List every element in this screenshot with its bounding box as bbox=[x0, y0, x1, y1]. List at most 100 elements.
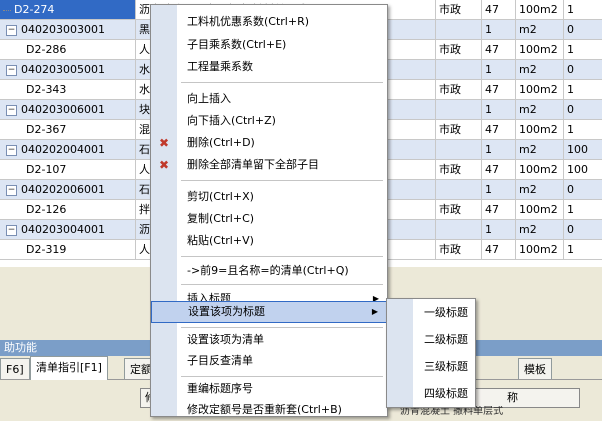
menu-separator bbox=[181, 284, 383, 285]
menu-item-cut[interactable]: 剪切(Ctrl+X) bbox=[151, 186, 387, 208]
row-unit: 100m2 bbox=[516, 240, 564, 259]
collapse-icon[interactable]: − bbox=[6, 144, 17, 156]
row-code: 040202006001 bbox=[21, 183, 105, 196]
collapse-icon[interactable]: − bbox=[6, 224, 17, 236]
collapse-icon[interactable]: − bbox=[6, 184, 17, 196]
row-unit: 100m2 bbox=[516, 0, 564, 19]
row-mult: 1 bbox=[482, 180, 516, 199]
menu-item-paste[interactable]: 粘贴(Ctrl+V) bbox=[151, 230, 387, 252]
row-type bbox=[436, 220, 482, 239]
collapse-icon[interactable]: − bbox=[6, 24, 17, 36]
menu-item-delete-all-label: 删除全部清单留下全部子目 bbox=[187, 158, 319, 171]
title-level-submenu: 一级标题 二级标题 三级标题 四级标题 bbox=[386, 298, 476, 408]
row-type: 市政 bbox=[436, 80, 482, 99]
menu-item-delete[interactable]: ✖ 删除(Ctrl+D) bbox=[151, 132, 387, 154]
row-type: 市政 bbox=[436, 240, 482, 259]
row-code: D2-286 bbox=[26, 43, 67, 56]
row-qty: 1 bbox=[567, 123, 574, 136]
row-mult: 1 bbox=[482, 100, 516, 119]
row-qty: 0 bbox=[567, 103, 574, 116]
menu-item-item-coefficient[interactable]: 子目乘系数(Ctrl+E) bbox=[151, 34, 387, 56]
row-unit: 100m2 bbox=[516, 160, 564, 179]
row-code: 040203003001 bbox=[21, 23, 105, 36]
menu-separator bbox=[181, 256, 383, 257]
row-mult: 1 bbox=[482, 60, 516, 79]
menu-item-renumber-titles[interactable]: 重编标题序号 bbox=[151, 378, 387, 400]
menu-item-delete-all-bills[interactable]: ✖ 删除全部清单留下全部子目 bbox=[151, 154, 387, 176]
footer-name-label: 称 bbox=[470, 388, 580, 408]
context-menu: 工料机优惠系数(Ctrl+R) 子目乘系数(Ctrl+E) 工程量乘系数 向上插… bbox=[150, 4, 388, 417]
row-qty: 1 bbox=[567, 3, 574, 16]
row-qty: 1 bbox=[567, 203, 574, 216]
row-qty: 0 bbox=[567, 183, 574, 196]
row-qty: 0 bbox=[567, 23, 574, 36]
menu-separator bbox=[181, 82, 383, 83]
row-code: D2-319 bbox=[26, 243, 67, 256]
menu-separator bbox=[181, 327, 383, 328]
delete-x-icon: ✖ bbox=[159, 158, 170, 172]
submenu-arrow-icon: ▶ bbox=[371, 307, 378, 316]
row-qty: 1 bbox=[567, 243, 574, 256]
tab-template[interactable]: 模板 bbox=[518, 358, 552, 379]
row-qty: 100 bbox=[567, 143, 588, 156]
row-code: D2-367 bbox=[26, 123, 67, 136]
submenu-item-level4[interactable]: 四级标题 bbox=[387, 380, 475, 407]
row-type bbox=[436, 180, 482, 199]
row-unit: 100m2 bbox=[516, 40, 564, 59]
row-unit: 100m2 bbox=[516, 80, 564, 99]
row-unit: 100m2 bbox=[516, 200, 564, 219]
row-type: 市政 bbox=[436, 120, 482, 139]
menu-item-set-as-title[interactable]: 设置该项为标题 ▶ bbox=[151, 301, 387, 323]
row-unit: m2 bbox=[516, 100, 564, 119]
menu-item-set-as-bill[interactable]: 设置该项为清单 bbox=[151, 329, 387, 351]
submenu-item-level3[interactable]: 三级标题 bbox=[387, 353, 475, 380]
row-code: 040202004001 bbox=[21, 143, 105, 156]
row-code: D2-274 bbox=[14, 3, 55, 16]
row-type: 市政 bbox=[436, 160, 482, 179]
row-type bbox=[436, 20, 482, 39]
row-code: D2-343 bbox=[26, 83, 67, 96]
row-qty: 1 bbox=[567, 43, 574, 56]
row-type bbox=[436, 140, 482, 159]
menu-item-insert-above[interactable]: 向上插入 bbox=[151, 88, 387, 110]
submenu-item-level2[interactable]: 二级标题 bbox=[387, 326, 475, 353]
row-code: D2-107 bbox=[26, 163, 67, 176]
row-mult: 1 bbox=[482, 140, 516, 159]
row-mult: 47 bbox=[482, 160, 516, 179]
row-unit: m2 bbox=[516, 60, 564, 79]
row-unit: m2 bbox=[516, 220, 564, 239]
collapse-icon[interactable]: − bbox=[6, 64, 17, 76]
delete-x-icon: ✖ bbox=[159, 136, 170, 150]
row-code: D2-126 bbox=[26, 203, 67, 216]
row-qty: 0 bbox=[567, 63, 574, 76]
menu-item-modify-quota[interactable]: 修改定额号是否重新套(Ctrl+B) bbox=[151, 399, 387, 421]
menu-item-insert-below[interactable]: 向下插入(Ctrl+Z) bbox=[151, 110, 387, 132]
row-code: 040203006001 bbox=[21, 103, 105, 116]
menu-item-set-as-title-label: 设置该项为标题 bbox=[188, 305, 265, 318]
menu-item-prefix-bill[interactable]: ->前9=且名称=的清单(Ctrl+Q) bbox=[151, 260, 387, 282]
tab-bill-guide[interactable]: 清单指引[F1] bbox=[30, 356, 108, 380]
menu-separator bbox=[181, 180, 383, 181]
menu-item-material-discount[interactable]: 工料机优惠系数(Ctrl+R) bbox=[151, 11, 387, 33]
submenu-item-level1[interactable]: 一级标题 bbox=[387, 299, 475, 326]
collapse-icon[interactable]: − bbox=[6, 104, 17, 116]
menu-item-delete-label: 删除(Ctrl+D) bbox=[187, 136, 255, 149]
row-unit: 100m2 bbox=[516, 120, 564, 139]
menu-separator bbox=[181, 376, 383, 377]
menu-item-quantity-coefficient[interactable]: 工程量乘系数 bbox=[151, 56, 387, 78]
row-type: 市政 bbox=[436, 200, 482, 219]
row-mult: 47 bbox=[482, 0, 516, 19]
row-mult: 47 bbox=[482, 120, 516, 139]
row-mult: 47 bbox=[482, 240, 516, 259]
tab-f6[interactable]: F6] bbox=[0, 358, 30, 379]
row-qty: 0 bbox=[567, 223, 574, 236]
row-mult: 47 bbox=[482, 200, 516, 219]
menu-item-copy[interactable]: 复制(Ctrl+C) bbox=[151, 208, 387, 230]
row-mult: 1 bbox=[482, 220, 516, 239]
row-unit: m2 bbox=[516, 140, 564, 159]
row-qty: 1 bbox=[567, 83, 574, 96]
row-qty: 100 bbox=[567, 163, 588, 176]
menu-item-reverse-lookup[interactable]: 子目反查清单 bbox=[151, 350, 387, 372]
row-unit: m2 bbox=[516, 20, 564, 39]
row-mult: 1 bbox=[482, 20, 516, 39]
